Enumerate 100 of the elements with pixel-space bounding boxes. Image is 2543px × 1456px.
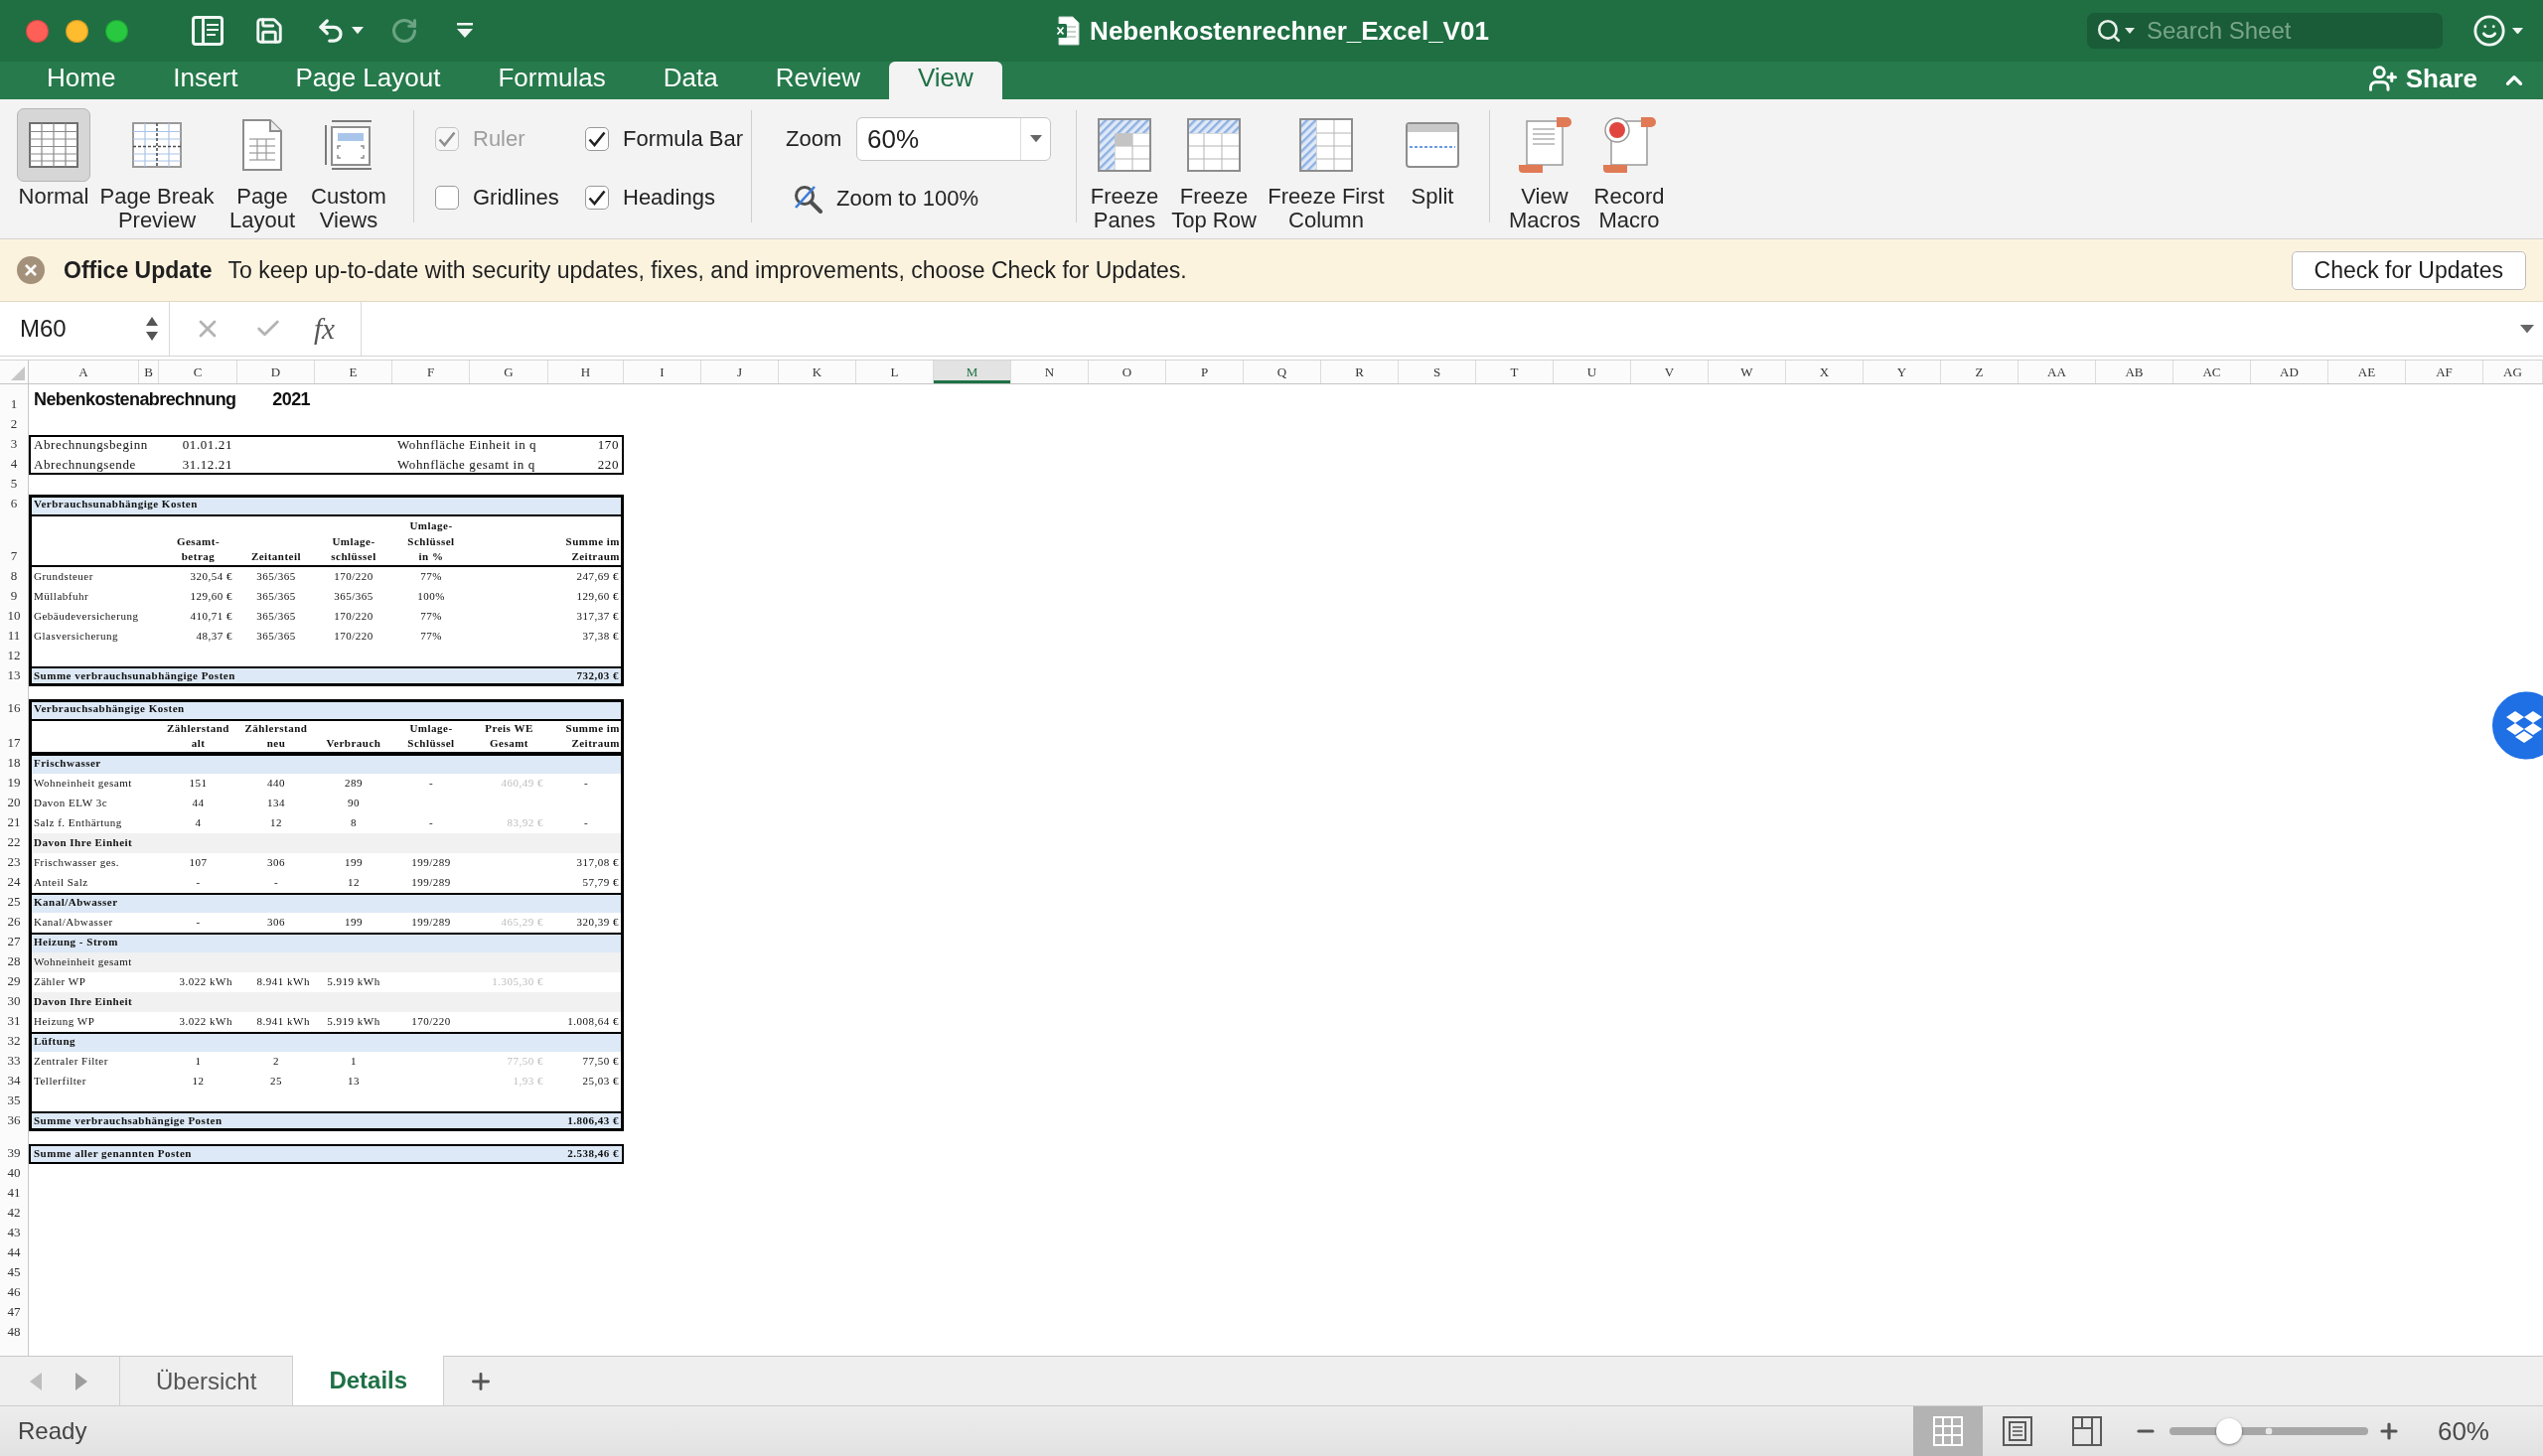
row-header[interactable]: 24 — [0, 873, 29, 893]
column-header[interactable]: AF — [2406, 361, 2483, 383]
row-header[interactable]: 1 — [0, 384, 29, 415]
row-header[interactable]: 32 — [0, 1032, 29, 1052]
column-header[interactable]: K — [779, 361, 856, 383]
sheet-tab[interactable]: Details — [293, 1356, 445, 1405]
column-header[interactable]: AA — [2019, 361, 2096, 383]
row-header[interactable]: 47 — [0, 1303, 29, 1323]
row-header[interactable]: 9 — [0, 587, 29, 607]
row-header[interactable]: 22 — [0, 833, 29, 853]
row-header[interactable]: 27 — [0, 933, 29, 952]
row-header[interactable]: 41 — [0, 1184, 29, 1204]
freeze-button[interactable]: Split — [1391, 99, 1474, 238]
smiley-icon[interactable] — [2472, 14, 2506, 48]
row-header[interactable]: 29 — [0, 972, 29, 992]
row-header[interactable]: 21 — [0, 813, 29, 833]
column-header[interactable]: D — [237, 361, 315, 383]
zoom-select[interactable]: 60% — [856, 117, 1051, 161]
row-header[interactable]: 3 — [0, 435, 29, 455]
row-header[interactable]: 46 — [0, 1283, 29, 1303]
checkbox[interactable] — [585, 127, 609, 151]
ribbon-tab[interactable]: Page Layout — [266, 62, 470, 99]
row-header[interactable]: 35 — [0, 1092, 29, 1111]
column-header[interactable]: Y — [1864, 361, 1941, 383]
fullscreen-icon[interactable] — [105, 19, 128, 43]
ribbon-tab[interactable]: Home — [18, 62, 145, 99]
column-header[interactable]: AB — [2096, 361, 2173, 383]
ribbon-tab[interactable]: Formulas — [469, 62, 635, 99]
slider-thumb[interactable] — [2215, 1418, 2242, 1444]
column-header[interactable]: V — [1631, 361, 1709, 383]
column-header[interactable]: C — [159, 361, 237, 383]
row-header[interactable]: 43 — [0, 1224, 29, 1243]
caret-icon[interactable] — [2520, 324, 2534, 334]
view-button[interactable]: Normal — [12, 99, 95, 238]
row-header[interactable]: 40 — [0, 1164, 29, 1184]
minimize-icon[interactable] — [66, 19, 88, 43]
column-header[interactable]: T — [1476, 361, 1554, 383]
column-header[interactable]: U — [1554, 361, 1631, 383]
caret-icon[interactable] — [352, 27, 364, 35]
row-header[interactable]: 13 — [0, 666, 29, 686]
row-header[interactable]: 25 — [0, 893, 29, 913]
row-header[interactable]: 30 — [0, 992, 29, 1012]
view-button[interactable]: Page Break Preview — [97, 99, 217, 238]
row-header[interactable]: 48 — [0, 1323, 29, 1343]
function-button[interactable]: fx — [312, 312, 337, 346]
column-header[interactable]: O — [1089, 361, 1166, 383]
macro-button[interactable]: View Macros — [1503, 99, 1586, 238]
check-updates-button[interactable]: Check for Updates — [2291, 250, 2526, 290]
row-header[interactable]: 18 — [0, 754, 29, 774]
row-header[interactable]: 39 — [0, 1144, 29, 1164]
save-icon[interactable] — [254, 16, 284, 46]
row-header[interactable]: 11 — [0, 627, 29, 647]
checkbox[interactable] — [435, 186, 459, 210]
column-header[interactable]: J — [701, 361, 779, 383]
undo-icon[interactable] — [316, 16, 346, 46]
column-header[interactable]: AE — [2328, 361, 2406, 383]
logo-badge-icon[interactable] — [2489, 689, 2543, 762]
column-header[interactable]: I — [624, 361, 701, 383]
column-header[interactable]: P — [1166, 361, 1244, 383]
row-header[interactable]: 28 — [0, 952, 29, 972]
row-header[interactable]: 45 — [0, 1263, 29, 1283]
row-header[interactable]: 33 — [0, 1052, 29, 1072]
column-header[interactable]: AD — [2251, 361, 2328, 383]
view-button[interactable]: Custom Views — [308, 99, 389, 238]
column-header[interactable]: H — [548, 361, 624, 383]
row-header[interactable]: 44 — [0, 1243, 29, 1263]
column-header[interactable]: A — [29, 361, 139, 383]
column-header[interactable]: X — [1786, 361, 1864, 383]
column-header[interactable]: E — [315, 361, 392, 383]
row-header[interactable]: 34 — [0, 1072, 29, 1092]
column-header[interactable]: B — [139, 361, 159, 383]
freeze-button[interactable]: Freeze Panes — [1083, 99, 1166, 238]
row-header[interactable]: 42 — [0, 1204, 29, 1224]
row-header[interactable]: 2 — [0, 415, 29, 435]
checkbox[interactable] — [585, 186, 609, 210]
row-header[interactable]: 12 — [0, 647, 29, 666]
zoom-reset-button[interactable]: Zoom to 100% — [793, 184, 1051, 214]
ribbon-tab[interactable]: Insert — [144, 62, 267, 99]
column-header[interactable]: W — [1709, 361, 1786, 383]
column-header[interactable]: R — [1321, 361, 1399, 383]
ribbon-tab[interactable]: Data — [634, 62, 747, 99]
ribbon-tab[interactable]: View — [888, 62, 1002, 99]
ribbon-tab[interactable]: Review — [746, 62, 889, 99]
row-header[interactable]: 16 — [0, 699, 29, 719]
name-box[interactable]: M60 — [0, 302, 170, 356]
column-header[interactable]: Z — [1941, 361, 2019, 383]
stepper-icon[interactable] — [145, 316, 159, 342]
freeze-button[interactable]: Freeze First Column — [1262, 99, 1391, 238]
column-header[interactable]: AG — [2483, 361, 2543, 383]
row-header[interactable]: 8 — [0, 567, 29, 587]
column-header[interactable]: S — [1399, 361, 1476, 383]
row-header[interactable]: 20 — [0, 794, 29, 813]
column-header[interactable]: N — [1011, 361, 1089, 383]
row-header[interactable]: 7 — [0, 514, 29, 567]
row-header[interactable]: 10 — [0, 607, 29, 627]
macro-button[interactable]: Record Macro — [1587, 99, 1671, 238]
row-header[interactable]: 4 — [0, 455, 29, 475]
column-header[interactable]: M — [934, 361, 1011, 383]
caret-icon[interactable] — [2512, 27, 2523, 35]
view-button[interactable]: Page Layout — [219, 99, 306, 238]
